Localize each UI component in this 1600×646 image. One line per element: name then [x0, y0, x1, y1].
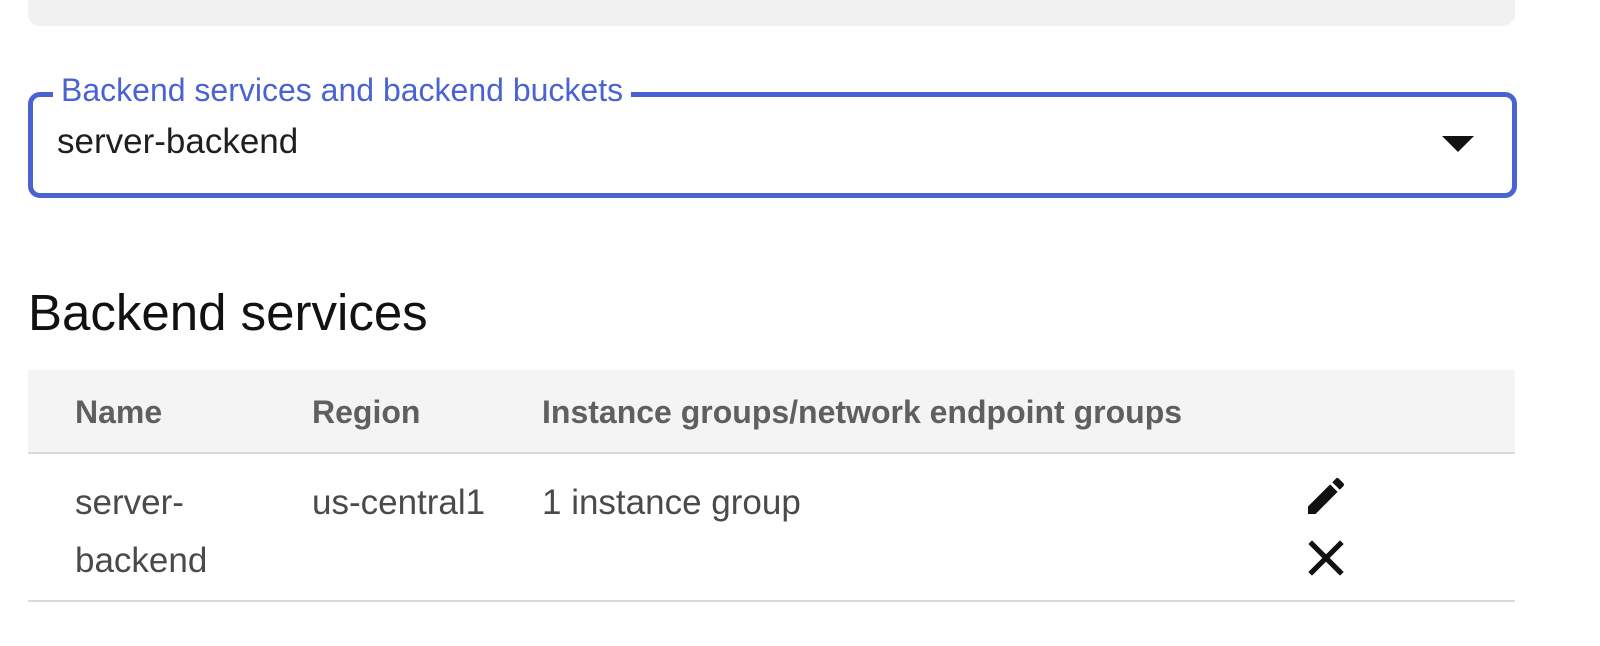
backend-select[interactable]: Backend services and backend buckets ser…: [28, 68, 1517, 198]
groups-column-header: Instance groups/network endpoint groups: [542, 394, 1183, 430]
table-row: server-backend us-central1 1 instance gr…: [28, 454, 1515, 602]
name-column-header: Name: [75, 394, 163, 430]
backend-select-label: Backend services and backend buckets: [53, 68, 632, 112]
table-header: Name Region Instance groups/network endp…: [28, 370, 1515, 454]
dropdown-arrow-icon[interactable]: [1442, 136, 1474, 152]
backend-configuration-page: Backend services and backend buckets ser…: [0, 0, 1600, 646]
region-column-header: Region: [312, 394, 421, 430]
backend-services-title: Backend services: [28, 284, 428, 341]
pencil-icon: [1308, 477, 1345, 514]
backend-select-value[interactable]: server-backend: [57, 120, 298, 164]
previous-section-panel: [28, 0, 1515, 26]
backend-region-cell: us-central1: [312, 483, 486, 522]
backend-groups-cell: 1 instance group: [542, 483, 801, 522]
edit-backend-button[interactable]: [1302, 472, 1350, 520]
backend-services-table: Name Region Instance groups/network endp…: [28, 370, 1515, 602]
close-icon: [1308, 540, 1344, 576]
backend-name-cell: server-backend: [75, 483, 208, 580]
delete-backend-button[interactable]: [1302, 534, 1350, 582]
